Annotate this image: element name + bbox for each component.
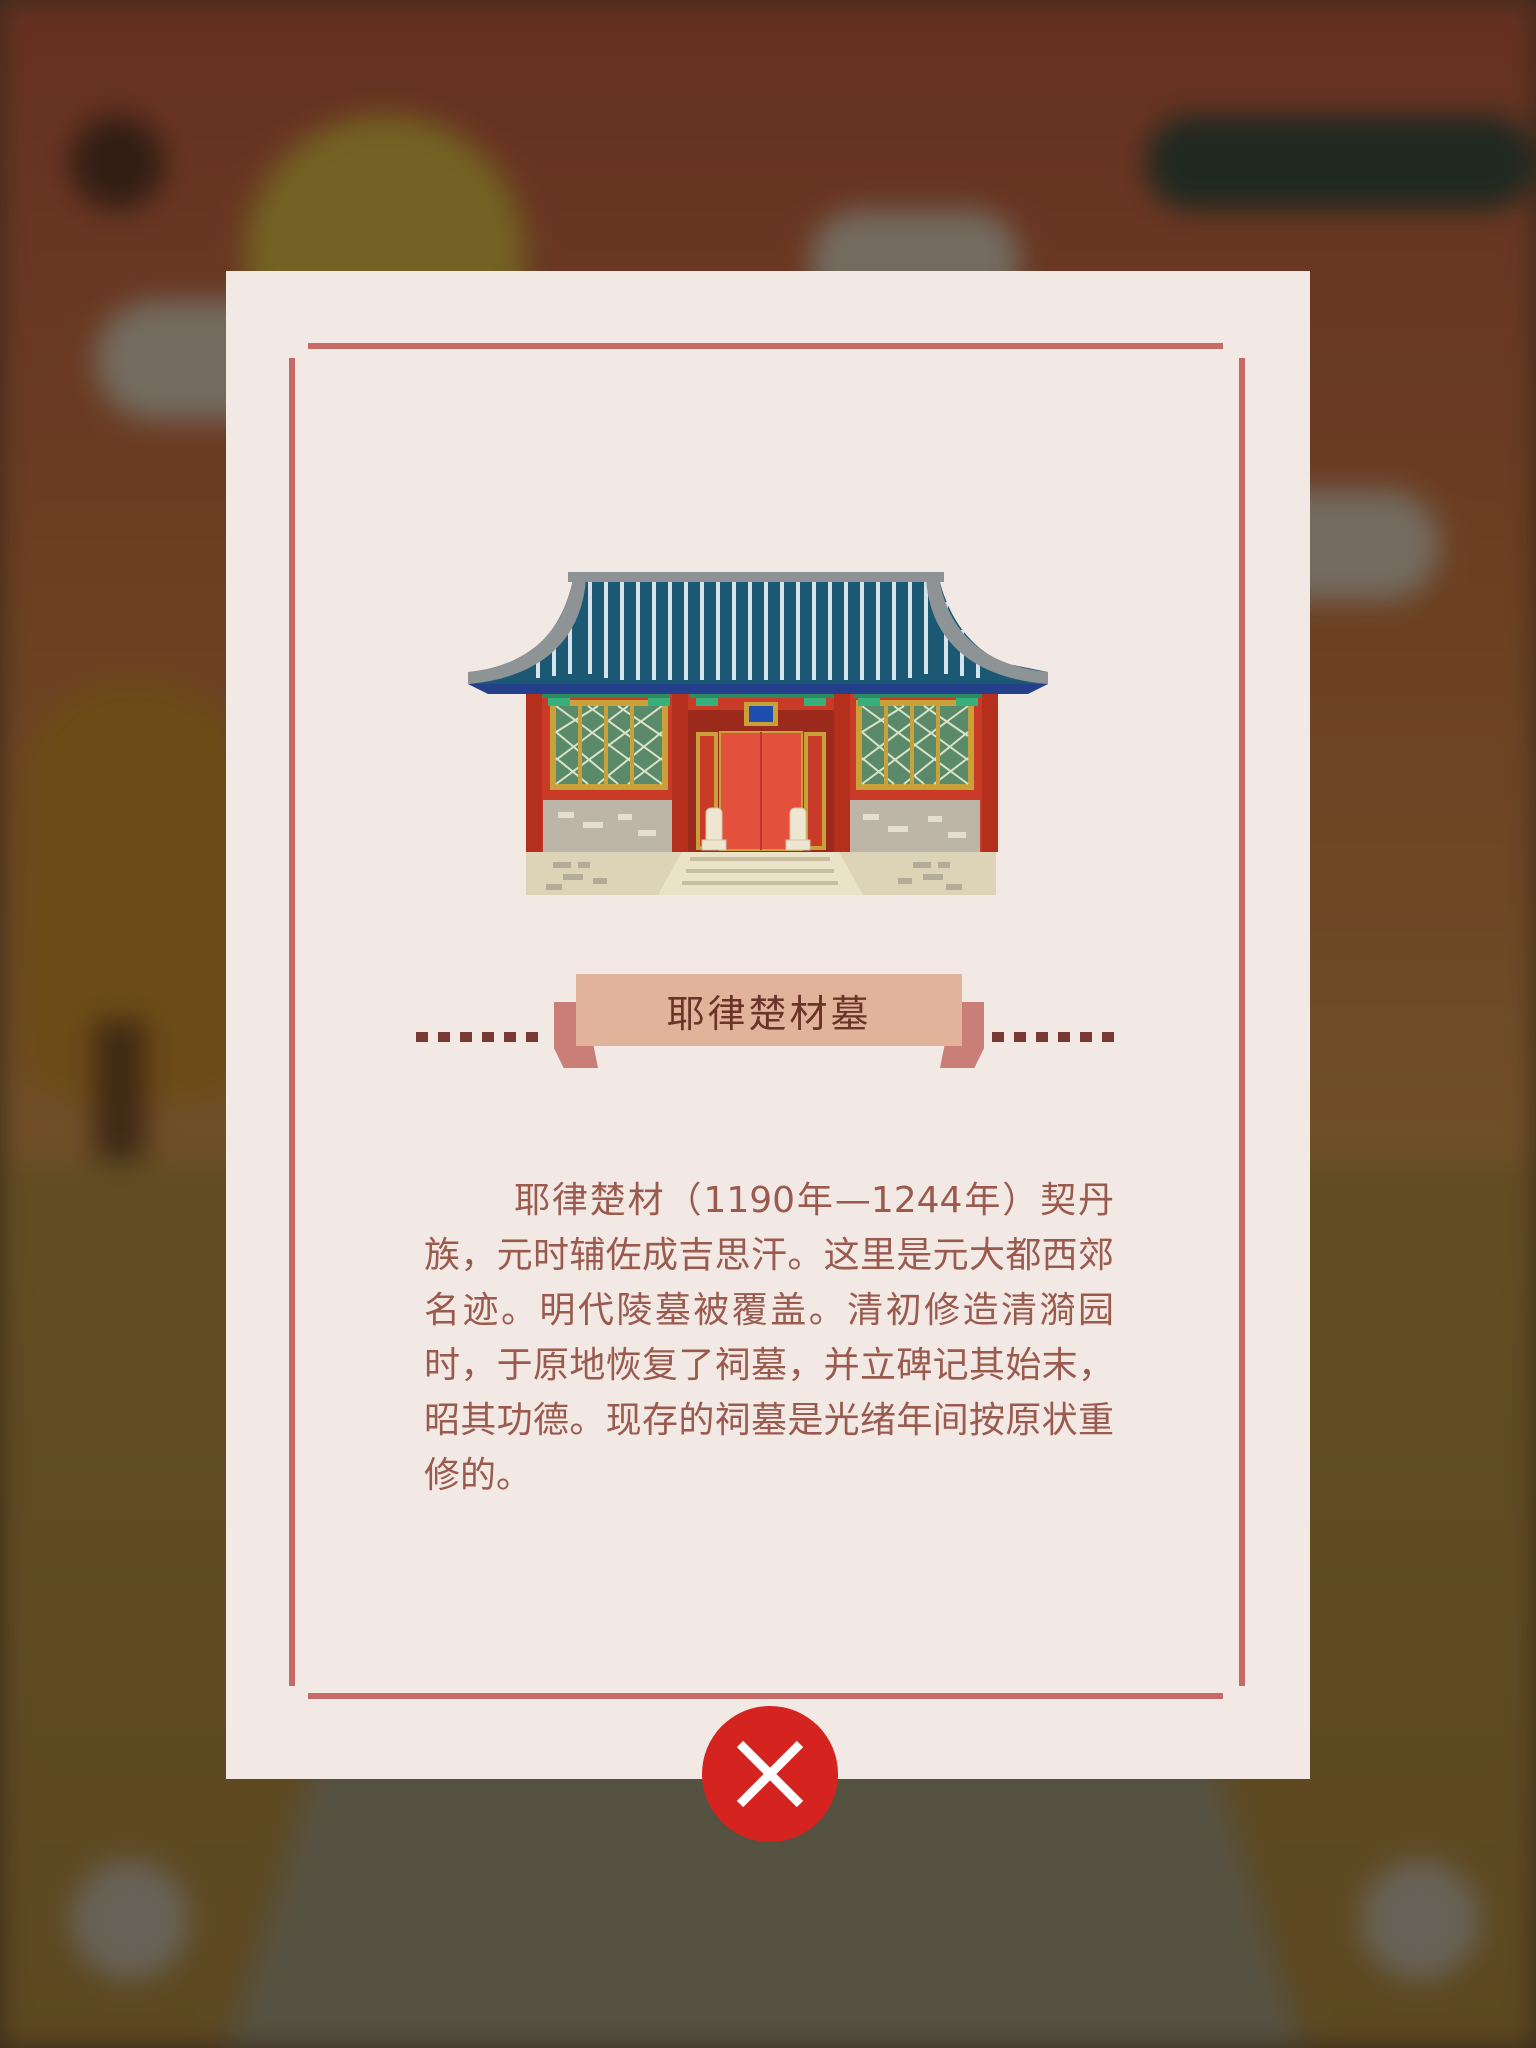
frame-right-line — [1239, 358, 1245, 1686]
frame-left-line — [289, 358, 295, 1686]
dialog-description: 耶律楚材（1190年—1244年）契丹族，元时辅佐成吉思汗。这里是元大都西郊名迹… — [424, 1180, 1114, 1496]
ribbon-dotted-line-left — [416, 1032, 540, 1042]
close-icon — [736, 1740, 804, 1808]
frame-bottom-line — [308, 1693, 1223, 1699]
frame-top-line — [308, 343, 1223, 349]
close-button[interactable] — [702, 1706, 838, 1842]
ribbon-dotted-line-right — [992, 1032, 1116, 1042]
title-ribbon: 耶律楚材墓 — [416, 974, 1116, 1074]
dialog-title: 耶律楚材墓 — [576, 974, 962, 1046]
temple-hall-illustration — [468, 572, 1048, 895]
